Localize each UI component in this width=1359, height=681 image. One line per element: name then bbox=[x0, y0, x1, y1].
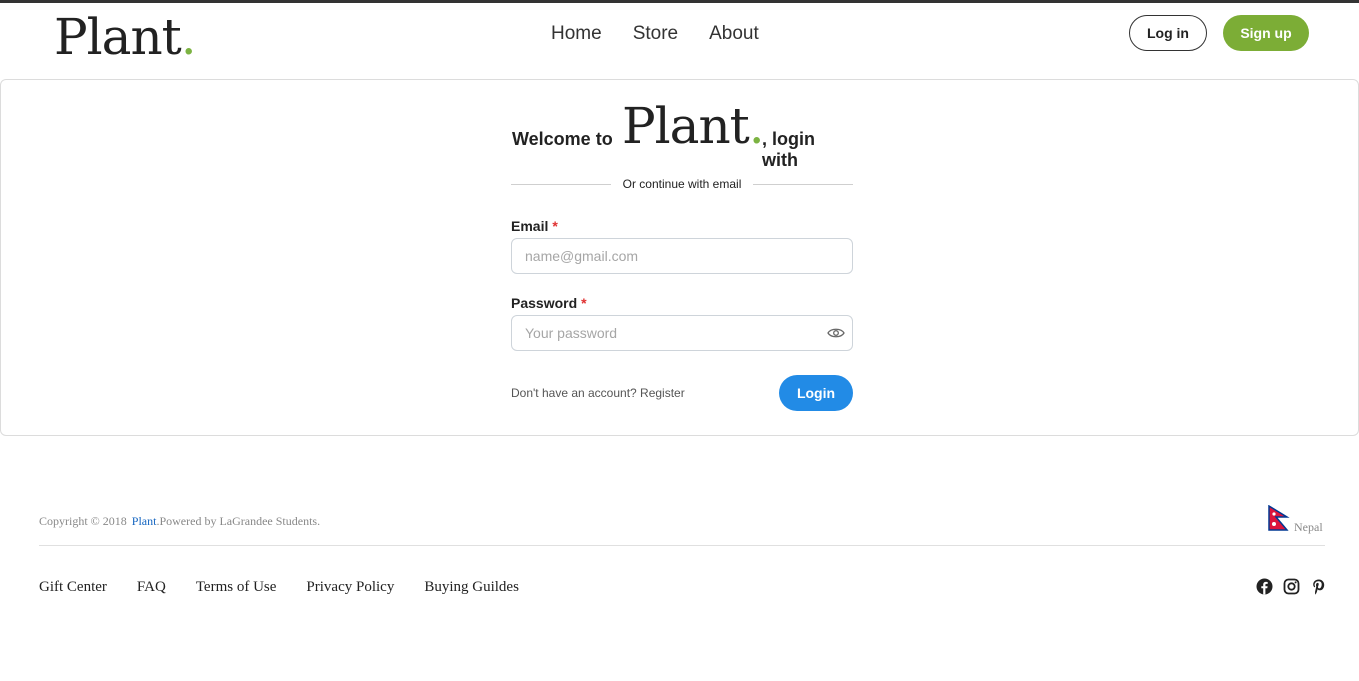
password-required-mark: * bbox=[581, 295, 587, 311]
register-link[interactable]: Don't have an account? Register bbox=[511, 386, 685, 400]
welcome-heading: Welcome to Plant. , login with bbox=[511, 97, 853, 170]
email-required-mark: * bbox=[552, 218, 558, 234]
pinterest-icon[interactable] bbox=[1310, 578, 1327, 595]
footer-link-terms[interactable]: Terms of Use bbox=[196, 579, 277, 596]
nav-about[interactable]: About bbox=[709, 23, 759, 45]
instagram-icon[interactable] bbox=[1283, 578, 1300, 595]
country-label[interactable]: Nepal bbox=[1294, 520, 1323, 535]
copyright-text: Copyright © 2018 bbox=[39, 514, 127, 528]
copyright-brand-link[interactable]: Plant bbox=[132, 514, 157, 528]
facebook-icon[interactable] bbox=[1256, 578, 1273, 595]
footer-links: Gift Center FAQ Terms of Use Privacy Pol… bbox=[39, 579, 519, 596]
footer-divider bbox=[39, 545, 1325, 546]
password-label: Password * bbox=[511, 295, 587, 311]
email-label: Email * bbox=[511, 218, 558, 234]
footer-link-privacy[interactable]: Privacy Policy bbox=[306, 579, 394, 596]
nav-store[interactable]: Store bbox=[633, 23, 678, 45]
welcome-logo-text: Plant bbox=[622, 97, 750, 155]
header: Plant. Home Store About Log in Sign up bbox=[0, 3, 1359, 79]
logo[interactable]: Plant. bbox=[54, 7, 197, 67]
nepal-flag-icon bbox=[1268, 504, 1290, 531]
nav-home[interactable]: Home bbox=[551, 23, 602, 45]
welcome-logo: Plant. bbox=[622, 97, 765, 155]
divider-line-right bbox=[753, 184, 853, 185]
eye-icon[interactable] bbox=[827, 326, 845, 340]
password-label-text: Password bbox=[511, 295, 578, 311]
password-input[interactable] bbox=[511, 315, 853, 351]
divider: Or continue with email bbox=[511, 176, 853, 194]
welcome-suffix: , login with bbox=[762, 129, 815, 170]
welcome-prefix: Welcome to bbox=[512, 129, 613, 149]
login-button[interactable]: Login bbox=[779, 375, 853, 411]
register-prompt[interactable]: Don't have an account? Register bbox=[511, 386, 685, 400]
email-label-text: Email bbox=[511, 218, 549, 234]
footer-link-faq[interactable]: FAQ bbox=[137, 579, 166, 596]
social-links bbox=[1256, 578, 1327, 595]
logo-dot: . bbox=[180, 8, 197, 66]
footer-link-gift-center[interactable]: Gift Center bbox=[39, 579, 107, 596]
logo-text: Plant bbox=[54, 8, 182, 66]
main-nav: Home Store About bbox=[551, 23, 759, 45]
copyright: Copyright © 2018 Plant.Powered by LaGrand… bbox=[39, 514, 320, 529]
header-signup-button[interactable]: Sign up bbox=[1223, 15, 1309, 51]
header-login-button[interactable]: Log in bbox=[1129, 15, 1207, 51]
footer-link-buying-guides[interactable]: Buying Guildes bbox=[424, 579, 519, 596]
powered-by-text: .Powered by LaGrandee Students. bbox=[156, 514, 321, 528]
email-input[interactable] bbox=[511, 238, 853, 274]
